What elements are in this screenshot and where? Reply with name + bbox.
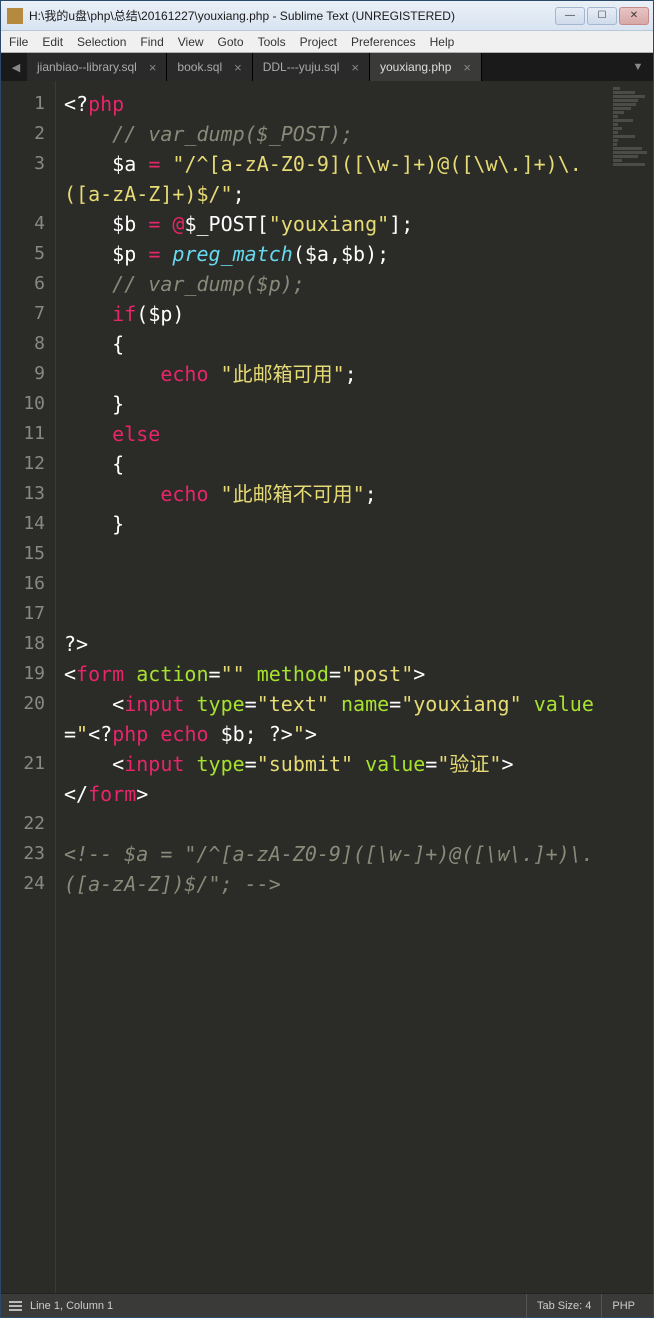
line-number: 18: [1, 629, 55, 659]
menu-help[interactable]: Help: [430, 35, 455, 49]
window-title: H:\我的u盘\php\总结\20161227\youxiang.php - S…: [29, 7, 555, 24]
close-icon[interactable]: ×: [463, 60, 471, 75]
line-number: 2: [1, 119, 55, 149]
maximize-button[interactable]: ☐: [587, 7, 617, 25]
statusbar: Line 1, Column 1 Tab Size: 4 PHP: [1, 1293, 653, 1317]
app-window: H:\我的u盘\php\总结\20161227\youxiang.php - S…: [0, 0, 654, 1318]
line-number: 13: [1, 479, 55, 509]
line-number: 22: [1, 809, 55, 839]
close-icon[interactable]: ×: [351, 60, 359, 75]
line-number: 7: [1, 299, 55, 329]
line-number: 11: [1, 419, 55, 449]
close-button[interactable]: ✕: [619, 7, 649, 25]
minimize-button[interactable]: —: [555, 7, 585, 25]
menu-tools[interactable]: Tools: [258, 35, 286, 49]
menu-file[interactable]: File: [9, 35, 28, 49]
line-number: 9: [1, 359, 55, 389]
line-number: 5: [1, 239, 55, 269]
menu-icon[interactable]: [9, 1301, 22, 1311]
minimap[interactable]: [609, 81, 653, 1293]
line-number: 1: [1, 89, 55, 119]
tab-item-active[interactable]: youxiang.php ×: [370, 53, 482, 81]
line-number: 10: [1, 389, 55, 419]
syntax-language[interactable]: PHP: [601, 1294, 645, 1318]
close-icon[interactable]: ×: [234, 60, 242, 75]
close-icon[interactable]: ×: [149, 60, 157, 75]
line-number: 6: [1, 269, 55, 299]
window-controls: — ☐ ✕: [555, 7, 649, 25]
menubar: File Edit Selection Find View Goto Tools…: [1, 31, 653, 53]
line-number: 23: [1, 839, 55, 869]
line-number: 8: [1, 329, 55, 359]
line-number: 17: [1, 599, 55, 629]
line-number: 20: [1, 689, 55, 749]
line-number: 16: [1, 569, 55, 599]
line-number: 4: [1, 209, 55, 239]
menu-goto[interactable]: Goto: [218, 35, 244, 49]
tab-item[interactable]: book.sql ×: [167, 53, 252, 81]
tab-item[interactable]: jianbiao--library.sql ×: [27, 53, 167, 81]
tabbar: ◀ jianbiao--library.sql × book.sql × DDL…: [1, 53, 653, 81]
menu-view[interactable]: View: [178, 35, 204, 49]
tab-label: DDL---yuju.sql: [263, 60, 340, 74]
titlebar[interactable]: H:\我的u盘\php\总结\20161227\youxiang.php - S…: [1, 1, 653, 31]
tab-size[interactable]: Tab Size: 4: [526, 1294, 601, 1318]
tab-item[interactable]: DDL---yuju.sql ×: [253, 53, 370, 81]
tab-label: youxiang.php: [380, 60, 451, 74]
code-editor[interactable]: <?php // var_dump($_POST); $a = "/^[a-zA…: [56, 81, 609, 1293]
line-number: 24: [1, 869, 55, 959]
cursor-position[interactable]: Line 1, Column 1: [30, 1300, 113, 1312]
menu-edit[interactable]: Edit: [42, 35, 63, 49]
app-icon: [7, 8, 23, 24]
line-number: 3: [1, 149, 55, 209]
editor-area: 1 2 3 4 5 6 7 8 9 10 11 12 13 14 15 16 1…: [1, 81, 653, 1293]
line-number: 21: [1, 749, 55, 809]
tab-label: jianbiao--library.sql: [37, 60, 137, 74]
tab-label: book.sql: [177, 60, 222, 74]
line-number: 19: [1, 659, 55, 689]
line-number: 12: [1, 449, 55, 479]
line-gutter: 1 2 3 4 5 6 7 8 9 10 11 12 13 14 15 16 1…: [1, 81, 56, 1293]
menu-preferences[interactable]: Preferences: [351, 35, 416, 49]
tab-dropdown-icon[interactable]: ▼: [627, 53, 649, 81]
line-number: 14: [1, 509, 55, 539]
menu-find[interactable]: Find: [140, 35, 163, 49]
tab-scroll-left-icon[interactable]: ◀: [5, 53, 27, 81]
line-number: 15: [1, 539, 55, 569]
menu-project[interactable]: Project: [300, 35, 337, 49]
menu-selection[interactable]: Selection: [77, 35, 126, 49]
